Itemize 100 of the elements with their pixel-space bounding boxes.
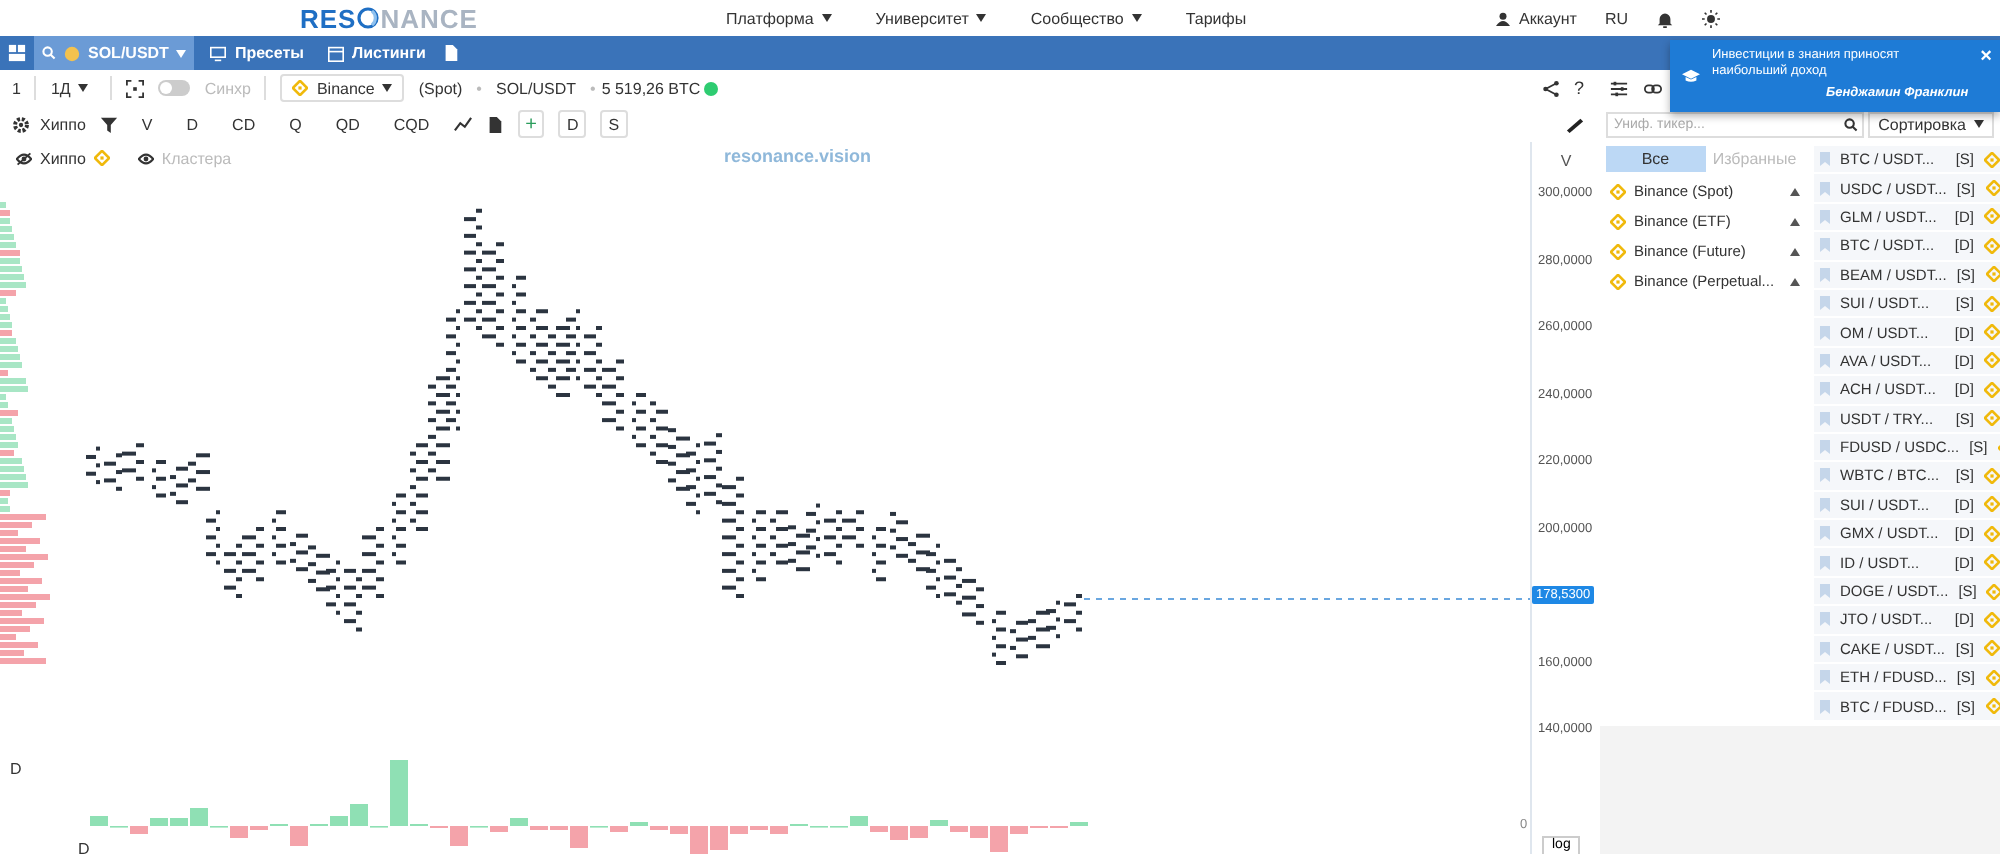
nav-menu-item[interactable]: Платформа [726, 9, 832, 27]
diamond-icon [1984, 410, 2000, 427]
indicator-toggle[interactable]: Q [289, 115, 302, 133]
cluster-column [224, 543, 242, 598]
cluster-column [482, 242, 504, 347]
listings-button[interactable]: Листинги [319, 36, 434, 70]
search-icon [1844, 117, 1859, 131]
diamond-icon [1984, 208, 2000, 225]
status-dot [704, 81, 719, 95]
layout-count[interactable]: 1 [12, 79, 21, 97]
cluster-column [122, 443, 144, 481]
diamond-icon [1985, 669, 2000, 686]
logo[interactable]: RES NANCE [300, 3, 726, 33]
bell-icon [1656, 9, 1674, 27]
cluster-column [86, 446, 100, 485]
indicator-toggle[interactable]: V [141, 115, 153, 133]
cluster-column [992, 610, 1006, 665]
sort-dropdown[interactable]: Сортировка [1868, 111, 1994, 137]
diamond-icon [1984, 640, 2000, 657]
cluster-column [272, 510, 286, 565]
focus-icon [126, 79, 145, 97]
diamond-icon [1610, 273, 1626, 289]
filter-tab[interactable]: Все [1606, 146, 1705, 172]
delta-label: D [10, 760, 22, 778]
caret-icon [78, 84, 89, 92]
diamond-icon [1984, 237, 2000, 254]
indicator-toggle[interactable]: CQD [393, 115, 430, 133]
document-icon [485, 115, 504, 133]
cluster-column [206, 510, 220, 565]
cluster-column [530, 309, 548, 381]
diamond-icon [1984, 381, 2000, 398]
sync-toggle[interactable] [158, 80, 191, 96]
cluster-column [344, 568, 362, 632]
cluster-column [1064, 594, 1082, 632]
market-type: (Spot) [418, 79, 463, 97]
user-icon [1496, 11, 1511, 25]
diamond-icon [1984, 151, 2000, 168]
diamond-icon [1984, 295, 2000, 312]
cluster-column [512, 275, 526, 364]
diamond-icon [93, 150, 110, 166]
chart-caption: resonance.vision [724, 146, 872, 166]
legend-item[interactable]: Хиппо [16, 149, 110, 167]
separator-dot: • [476, 79, 482, 97]
close-button[interactable]: × [1980, 48, 1992, 112]
diamond-icon [1610, 243, 1626, 259]
diamond-icon [1985, 698, 2000, 715]
cluster-column [392, 493, 406, 565]
diamond-icon [1984, 352, 2000, 369]
diamond-icon [292, 80, 309, 96]
account-link[interactable]: Аккаунт [1496, 9, 1577, 27]
delta-label: D [78, 840, 90, 854]
link-icon [1644, 79, 1662, 97]
caret-icon [382, 84, 393, 92]
nav-menu-item[interactable]: Университет [875, 9, 987, 27]
settings-icon [12, 115, 30, 133]
cluster-column [152, 460, 166, 498]
exchange-dropdown[interactable]: Binance [280, 74, 405, 102]
monitor-icon [210, 45, 227, 61]
cluster-column [944, 558, 962, 605]
indicator-button[interactable]: S [600, 110, 628, 138]
caret-icon [176, 49, 187, 57]
cluster-column [770, 510, 788, 565]
diamond-icon [1985, 180, 2000, 197]
nav-menu-item[interactable]: Сообщество [1030, 9, 1142, 27]
interval-dropdown[interactable]: 1Д [50, 79, 89, 97]
cluster-column [362, 527, 384, 598]
presets-button[interactable]: Пресеты [202, 36, 312, 70]
language-label[interactable]: RU [1604, 9, 1628, 27]
cluster-column [242, 527, 264, 582]
layout-icon [8, 44, 26, 62]
indicator-button[interactable]: D [558, 110, 587, 138]
cluster-column [188, 453, 210, 491]
indicator-name[interactable]: Хиппо [40, 115, 86, 133]
sun-icon [1702, 9, 1720, 27]
cluster-column [464, 208, 482, 330]
search-icon [42, 46, 56, 60]
cluster-column [170, 466, 188, 505]
diamond-icon [1610, 213, 1626, 229]
indicator-toggle[interactable]: D [186, 115, 199, 133]
indicator-toggle[interactable]: CD [232, 115, 256, 133]
cluster-column [872, 527, 886, 582]
cluster-column [584, 326, 602, 397]
cluster-column [602, 359, 624, 431]
cluster-column [650, 401, 668, 464]
help-button[interactable]: ? [1573, 78, 1584, 98]
separator-dot: • [590, 79, 596, 97]
diamond-icon [1984, 496, 2000, 513]
ruler-icon [1566, 115, 1584, 133]
cluster-column [290, 533, 308, 572]
sliders-icon [1610, 79, 1628, 97]
document-icon [441, 44, 460, 62]
axis-title: V [1558, 150, 1574, 174]
indicator-toggle[interactable]: QD [335, 115, 360, 133]
calendar-icon [327, 45, 344, 61]
pair-name: SOL/USDT [495, 79, 576, 97]
diamond-icon [1984, 467, 2000, 484]
line-chart-icon [453, 115, 472, 133]
nav-menu-item[interactable]: Тарифы [1185, 9, 1247, 27]
volume-value: 5 519,26 BTC [601, 79, 701, 97]
cluster-column [1010, 620, 1028, 659]
